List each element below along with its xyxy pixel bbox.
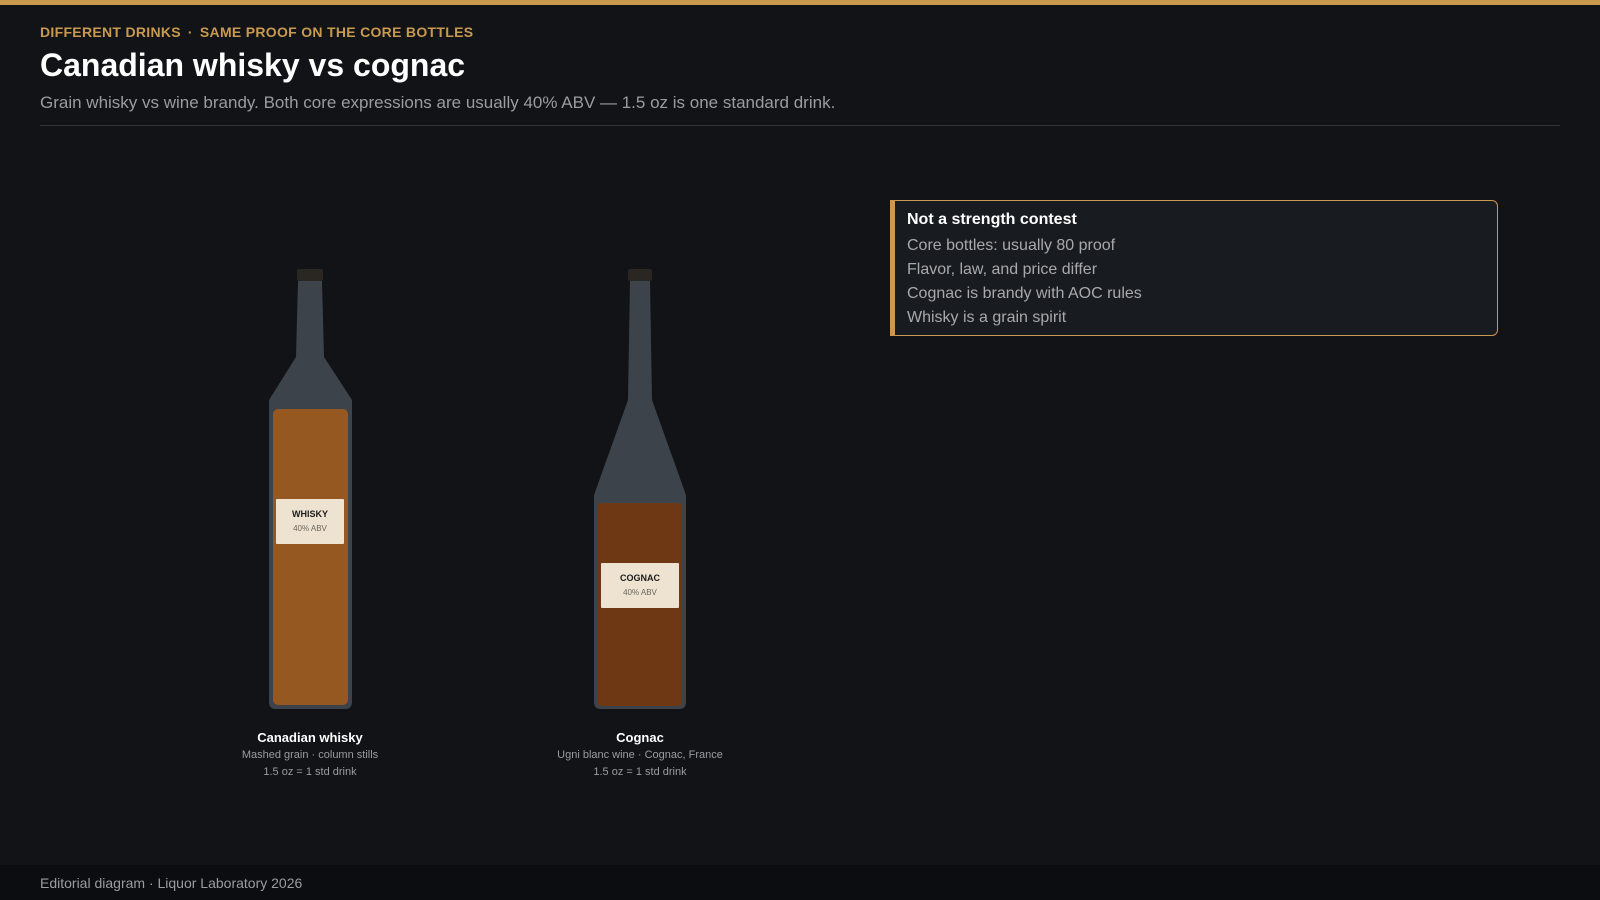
whisky-label-title: WHISKY	[292, 509, 328, 519]
cognac-details: Ugni blanc wine · Cognac, France	[557, 749, 723, 761]
callout-list: Core bottles: usually 80 proof Flavor, l…	[907, 234, 1485, 330]
cognac-label-title: COGNAC	[620, 573, 660, 583]
callout-point: Whisky is a grain spirit	[907, 309, 1067, 326]
cognac-bottle-cap	[628, 269, 652, 281]
callout-box: Not a strength contest Core bottles: usu…	[890, 200, 1498, 336]
whisky-details: Mashed grain · column stills	[241, 749, 379, 761]
whisky-label-abv: 40% ABV	[293, 524, 327, 533]
cognac-label-abv: 40% ABV	[623, 588, 657, 597]
cognac-bottle: COGNAC 40% ABV	[594, 269, 686, 709]
whisky-name: Canadian whisky	[257, 730, 363, 745]
footer: Editorial diagram · Liquor Laboratory 20…	[0, 865, 1600, 900]
cognac-caption: Cognac Ugni blanc wine · Cognac, France …	[520, 730, 760, 781]
whisky-serving: 1.5 oz = 1 std drink	[263, 766, 357, 778]
whisky-bottle: WHISKY 40% ABV	[269, 269, 352, 709]
callout-point: Core bottles: usually 80 proof	[907, 237, 1116, 254]
cognac-name: Cognac	[616, 730, 664, 745]
whisky-caption: Canadian whisky Mashed grain · column st…	[190, 730, 430, 781]
callout-heading: Not a strength contest	[907, 211, 1077, 228]
callout-point: Flavor, law, and price differ	[907, 261, 1098, 278]
footer-credit: Editorial diagram · Liquor Laboratory 20…	[40, 875, 303, 891]
cognac-label	[601, 563, 679, 608]
whisky-bottle-cap	[297, 269, 323, 281]
whisky-liquid	[273, 409, 348, 705]
cognac-serving: 1.5 oz = 1 std drink	[593, 766, 687, 778]
whisky-label	[276, 499, 344, 544]
callout-point: Cognac is brandy with AOC rules	[907, 285, 1142, 302]
